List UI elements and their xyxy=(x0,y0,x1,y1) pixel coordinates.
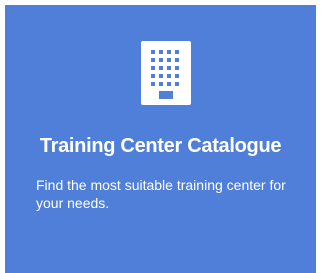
card-description: Find the most suitable training center f… xyxy=(36,177,286,211)
card-title: Training Center Catalogue xyxy=(39,135,282,157)
building-icon xyxy=(141,41,191,105)
training-center-catalogue-card[interactable]: Training Center Catalogue Find the most … xyxy=(5,5,316,273)
